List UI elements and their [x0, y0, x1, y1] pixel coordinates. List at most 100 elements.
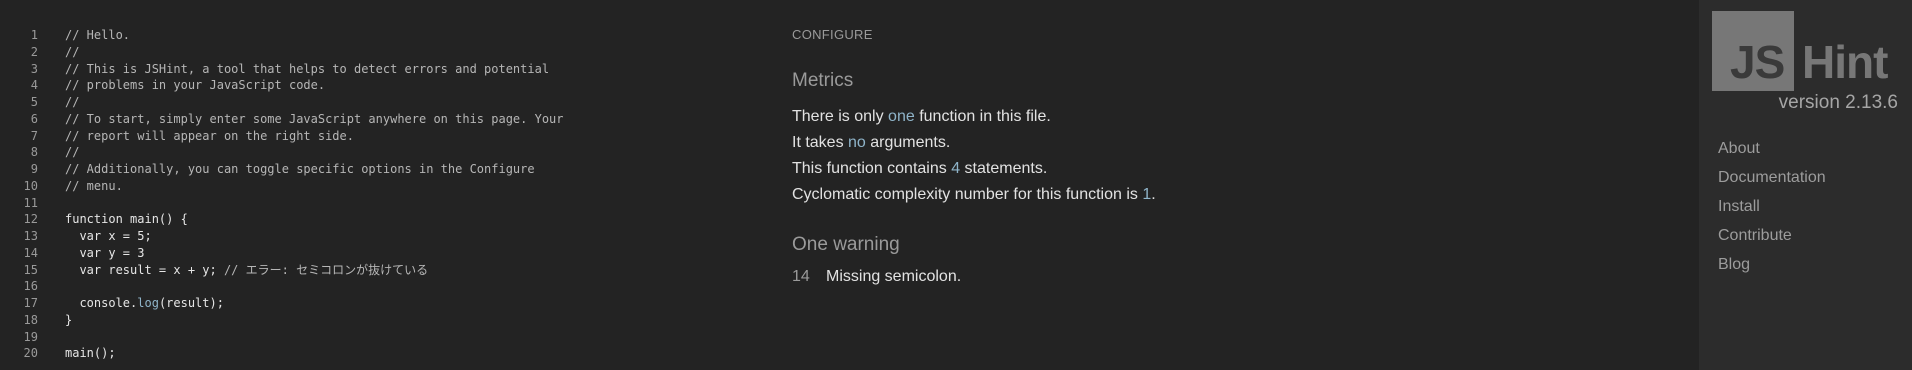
code-token: // report will appear on the right side. [65, 128, 354, 143]
code-line[interactable]: 15 var result = x + y; // エラー: セミコロンが抜けて… [0, 262, 760, 279]
line-code: var y = 3 [65, 245, 144, 262]
code-line[interactable]: 18} [0, 312, 760, 329]
code-token: // [65, 95, 80, 109]
line-number: 5 [30, 95, 38, 109]
line-number: 7 [30, 128, 38, 143]
metric-line: This function contains 4 statements. [792, 160, 1047, 178]
metric-value: no [848, 134, 866, 151]
code-line[interactable]: 11 [0, 195, 760, 212]
logo-hint-text: Hint [1802, 36, 1888, 88]
jshint-app: 1 // Hello. 2 // 3 // This is JSHint, a tool … [0, 0, 1912, 370]
line-code: // [65, 144, 79, 161]
code-line[interactable]: 14 var y = 3 [0, 245, 760, 262]
code-line[interactable]: 6 // To start, simply enter some JavaScri… [0, 111, 760, 128]
code-token: // This is JSHint, a tool that helps to … [65, 61, 550, 76]
code-line[interactable]: 13 var x = 5; [0, 228, 760, 245]
line-code: var result = x + y; // エラー: セミコロンが抜けている [65, 262, 428, 279]
line-code: // Additionally, you can toggle specific… [65, 161, 535, 178]
code-token: // To start, simply enter some JavaScrip… [65, 111, 564, 126]
code-token: console. [65, 296, 138, 310]
code-token: var y = 3 [65, 245, 145, 260]
code-token: // problems in your JavaScript code. [65, 78, 326, 93]
metric-line: It takes no arguments. [792, 134, 950, 152]
line-code: // problems in your JavaScript code. [65, 77, 325, 94]
warnings-title: One warning [792, 234, 900, 255]
line-code: function main() { [65, 211, 188, 228]
nav-contribute[interactable]: Contribute [1718, 221, 1826, 250]
code-token: // エラー: セミコロンが抜けている [223, 262, 429, 277]
code-line[interactable]: 20 main(); [0, 345, 760, 362]
nav-about[interactable]: About [1718, 134, 1826, 163]
code-token: var result = x + y; [65, 262, 224, 277]
line-number: 9 [30, 162, 38, 176]
metric-line: Cyclomatic complexity number for this fu… [792, 186, 1156, 204]
line-code: // report will appear on the right side. [65, 128, 354, 145]
version-label: version 2.13.6 [1778, 92, 1898, 113]
code-line[interactable]: 5 // [0, 94, 760, 111]
metrics-title: Metrics [792, 70, 854, 91]
code-line[interactable]: 3 // This is JSHint, a tool that helps to… [0, 61, 760, 78]
code-token: // menu. [65, 178, 123, 193]
sidebar-nav: About Documentation Install Contribute Blog [1718, 134, 1826, 279]
logo-js-text: JS [1730, 36, 1785, 88]
metric-value: 4 [951, 160, 961, 177]
line-number: 17 [23, 296, 38, 310]
code-line[interactable]: 17 console.log(result); [0, 295, 760, 312]
code-line[interactable]: 16 [0, 278, 760, 295]
line-code: var x = 5; [65, 228, 152, 245]
code-line[interactable]: 12 function main() { [0, 211, 760, 228]
line-number: 10 [23, 178, 38, 193]
warning-message: Missing semicolon. [826, 268, 962, 285]
code-token: } [65, 312, 73, 327]
line-number: 16 [23, 279, 38, 294]
code-token: log [137, 296, 159, 310]
sidebar: JS Hint version 2.13.6 About Documentatio… [1699, 0, 1912, 370]
metric-text: arguments. [865, 134, 951, 151]
code-line[interactable]: 1 // Hello. [0, 27, 760, 44]
line-number: 8 [30, 145, 38, 160]
code-line[interactable]: 8 // [0, 144, 760, 161]
code-editor[interactable]: 1 // Hello. 2 // 3 // This is JSHint, a tool … [0, 0, 760, 370]
metric-text: statements. [960, 160, 1048, 177]
code-token: var x = 5; [65, 229, 152, 243]
warning-line-number[interactable]: 14 [792, 268, 826, 286]
nav-install[interactable]: Install [1718, 192, 1826, 221]
line-number: 4 [30, 78, 38, 93]
code-line[interactable]: 10 // menu. [0, 178, 760, 195]
code-line[interactable]: 2 // [0, 44, 760, 61]
line-number: 2 [30, 44, 38, 59]
code-token: // [65, 145, 80, 160]
code-token: (result); [158, 296, 224, 310]
metric-text: It takes [792, 134, 849, 151]
line-code: } [65, 312, 72, 329]
line-number: 14 [23, 245, 38, 260]
metric-text: . [1151, 186, 1156, 203]
line-number: 18 [23, 312, 38, 327]
line-number: 11 [23, 195, 38, 210]
jshint-logo[interactable]: JS Hint [1712, 11, 1912, 91]
report-panel: CONFIGURE Metrics There is only one func… [792, 0, 1692, 370]
line-code: // To start, simply enter some JavaScrip… [65, 111, 564, 128]
line-code: console.log(result); [65, 295, 224, 312]
code-line[interactable]: 7 // report will appear on the right side… [0, 128, 760, 145]
warning-item[interactable]: 14 Missing semicolon. [792, 268, 961, 286]
code-token: // Hello. [65, 28, 131, 42]
code-line[interactable]: 19 [0, 329, 760, 346]
metric-value: one [888, 108, 915, 125]
code-lines[interactable]: 1 // Hello. 2 // 3 // This is JSHint, a tool … [0, 27, 760, 362]
line-code: // This is JSHint, a tool that helps to … [65, 61, 549, 78]
line-number: 3 [30, 61, 38, 76]
metric-text: Cyclomatic complexity number for this fu… [792, 186, 1143, 203]
nav-documentation[interactable]: Documentation [1718, 163, 1826, 192]
line-number: 1 [30, 28, 38, 42]
line-code: main(); [65, 345, 116, 362]
nav-blog[interactable]: Blog [1718, 250, 1826, 279]
line-number: 13 [23, 229, 38, 243]
code-line[interactable]: 4 // problems in your JavaScript code. [0, 77, 760, 94]
metric-text: This function contains [792, 160, 952, 177]
line-number: 19 [23, 329, 38, 344]
metric-text: function in this file. [914, 108, 1051, 125]
code-token: function main() { [65, 212, 188, 227]
code-line[interactable]: 9 // Additionally, you can toggle specifi… [0, 161, 760, 178]
configure-link[interactable]: CONFIGURE [792, 27, 873, 42]
